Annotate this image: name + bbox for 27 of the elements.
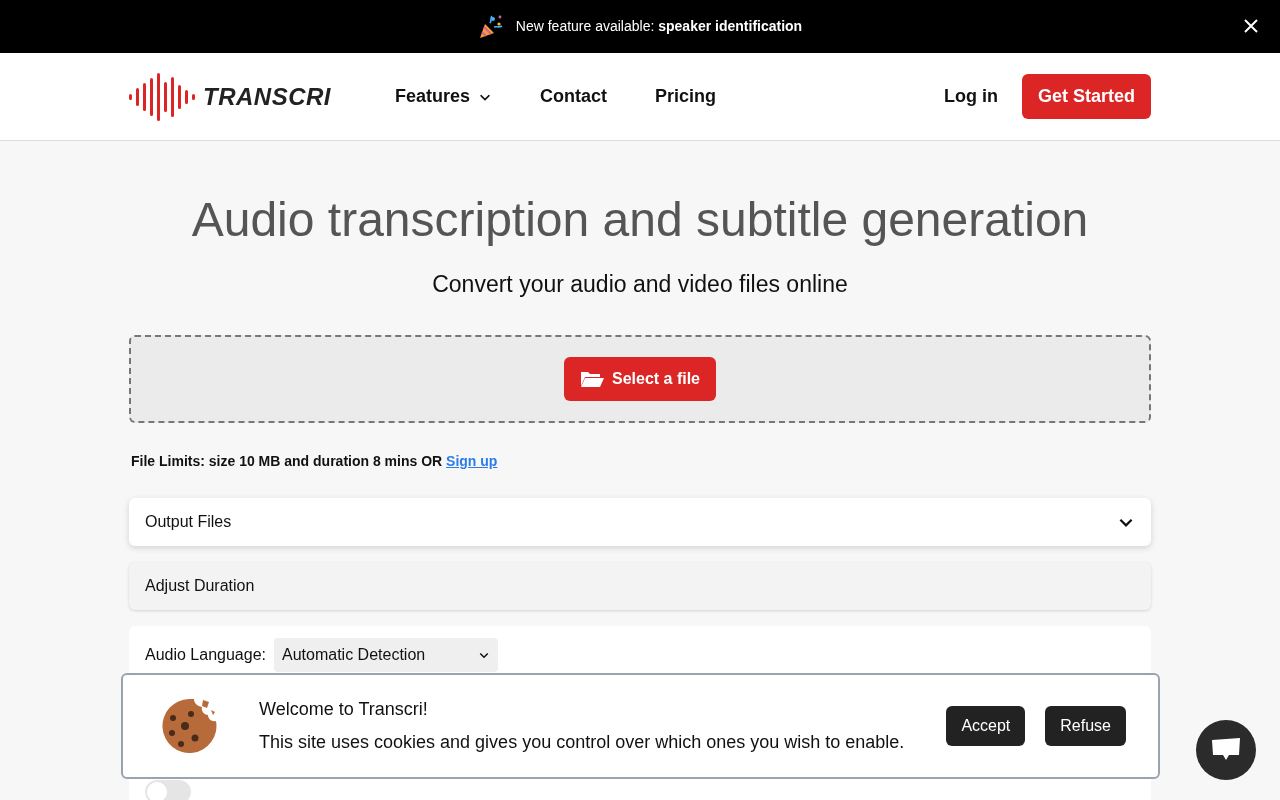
get-started-button[interactable]: Get Started	[1021, 74, 1151, 119]
page-subtitle: Convert your audio and video files online	[431, 269, 849, 299]
toggle-switch[interactable]	[145, 780, 191, 800]
page-title: Audio transcription and subtitle generation	[190, 192, 1090, 248]
accordion-header[interactable]: Adjust Duration	[129, 562, 1151, 611]
accordion-header[interactable]: Output Files	[129, 498, 1151, 547]
sign-up-link[interactable]: Sign up	[446, 453, 498, 470]
file-drop-zone[interactable]: Select a file	[129, 335, 1151, 424]
select-file-button[interactable]: Select a file	[563, 357, 716, 402]
refuse-button[interactable]: Refuse	[1045, 706, 1126, 746]
cookie-message: This site uses cookies and gives you control over which ones you wish to enable.	[259, 731, 905, 754]
language-select[interactable]: Automatic Detection	[274, 638, 498, 673]
cookie-title: Welcome to Transcri!	[259, 698, 429, 721]
chat-button[interactable]	[1196, 720, 1256, 780]
brand-name[interactable]: TRANSCRI	[203, 78, 331, 115]
accept-button[interactable]: Accept	[946, 706, 1026, 746]
party-popper-icon	[477, 13, 504, 40]
cookie-icon	[159, 696, 219, 756]
folder-icon	[579, 370, 604, 389]
nav-link[interactable]: Pricing	[655, 83, 717, 110]
login-link[interactable]: Log in	[944, 83, 998, 110]
nav-link[interactable]: Contact	[540, 83, 608, 110]
announcement-text: New feature available: speaker identification	[515, 17, 803, 36]
file-limits-text: File Limits: size 10 MB and duration 8 mins OR	[131, 453, 444, 470]
close-icon[interactable]	[1244, 19, 1258, 33]
field-label: Audio Language:	[145, 645, 266, 666]
features-dropdown[interactable]: Features	[395, 83, 493, 110]
